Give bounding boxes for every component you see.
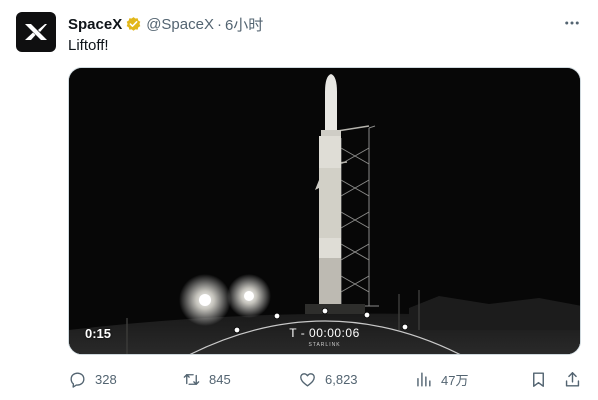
tweet-timestamp[interactable]: 6小时 (225, 14, 263, 35)
like-count: 6,823 (325, 371, 358, 387)
like-button[interactable]: 6,823 (298, 367, 358, 391)
views-button[interactable]: 47万 (414, 367, 468, 391)
hud-event-marker (363, 311, 371, 319)
views-count: 47万 (441, 372, 469, 388)
launch-scene (69, 68, 580, 354)
share-icon (565, 371, 580, 387)
more-horizontal-icon[interactable] (562, 13, 582, 33)
bookmark-button[interactable] (529, 367, 548, 391)
repost-count: 845 (209, 371, 231, 387)
mission-label: STARLINK (308, 342, 341, 348)
bookmark-icon (533, 371, 544, 387)
hud-event-marker (321, 307, 329, 315)
reply-count: 328 (95, 371, 117, 387)
share-button[interactable] (563, 367, 582, 391)
views-chart-icon (417, 371, 431, 387)
verified-badge-icon[interactable] (125, 16, 142, 33)
repost-icon (183, 373, 200, 385)
author-name[interactable]: SpaceX (68, 16, 122, 33)
hud-event-marker (273, 312, 281, 320)
tweet-text: Liftoff! (68, 37, 109, 54)
repost-button[interactable]: 845 (182, 367, 231, 391)
separator-dot: · (216, 15, 222, 33)
launch-countdown: T - 00:00:06 (289, 326, 360, 340)
spacex-logo-icon (25, 24, 47, 40)
tweet-header: SpaceX @SpaceX · 6小时 (68, 13, 582, 35)
reply-icon (70, 371, 85, 388)
tweet-actions: 328 845 6,823 47万 (68, 367, 582, 391)
video-player[interactable]: 0:15 T - 00:00:06 STARLINK (68, 67, 581, 355)
heart-icon (300, 372, 315, 387)
reply-button[interactable]: 328 (68, 367, 117, 391)
avatar[interactable] (16, 12, 56, 52)
author-handle[interactable]: @SpaceX (146, 16, 214, 33)
